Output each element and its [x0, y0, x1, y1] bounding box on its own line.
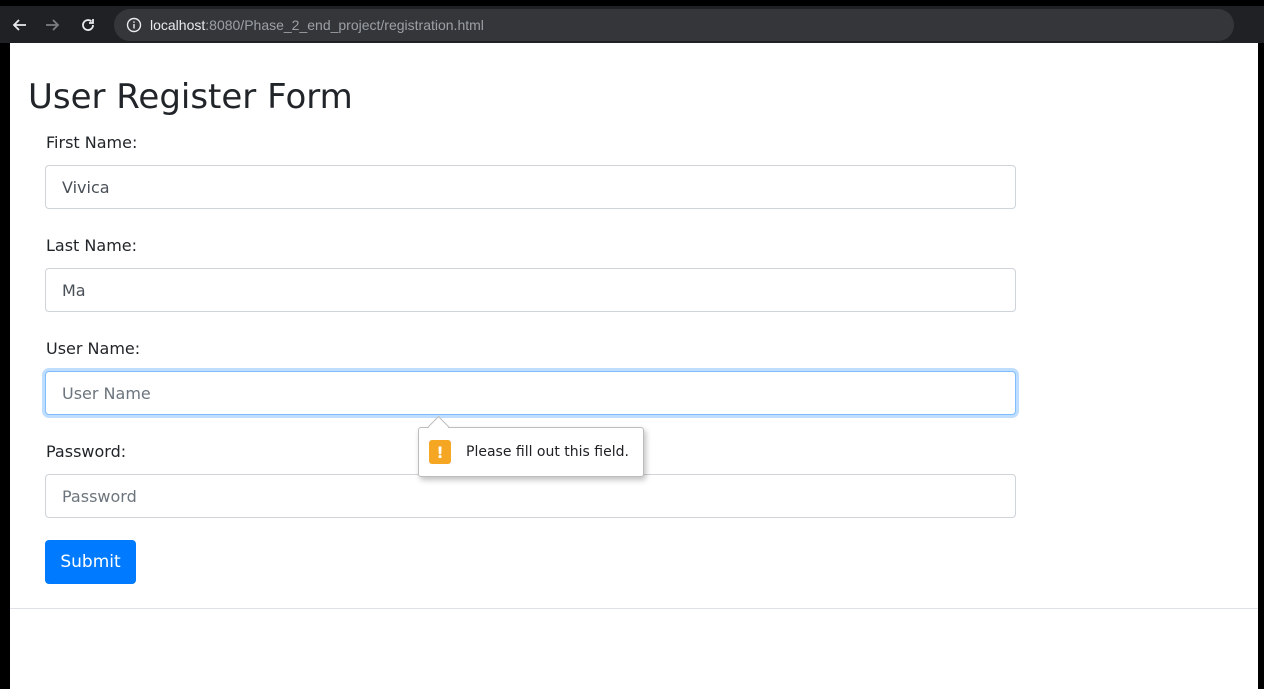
last-name-field[interactable]	[45, 268, 1016, 312]
last-name-label: Last Name:	[46, 236, 138, 255]
divider	[10, 608, 1258, 609]
url-path: :8080/Phase_2_end_project/registration.h…	[205, 16, 484, 33]
validation-tooltip: ! Please fill out this field.	[418, 415, 644, 477]
url-text: localhost:8080/Phase_2_end_project/regis…	[150, 17, 484, 33]
page-title: User Register Form	[28, 77, 353, 117]
forward-arrow-icon[interactable]	[38, 11, 66, 39]
back-arrow-icon[interactable]	[6, 11, 34, 39]
first-name-field[interactable]	[45, 165, 1016, 209]
user-name-field[interactable]	[45, 371, 1016, 415]
user-name-label: User Name:	[46, 339, 141, 358]
validation-message: Please fill out this field.	[466, 444, 629, 460]
password-label: Password:	[46, 442, 127, 461]
address-bar[interactable]: localhost:8080/Phase_2_end_project/regis…	[114, 8, 1234, 41]
first-name-label: First Name:	[46, 133, 138, 152]
reload-icon[interactable]	[74, 11, 102, 39]
submit-button[interactable]: Submit	[45, 540, 136, 584]
tooltip-arrow	[427, 415, 450, 438]
password-field[interactable]	[45, 474, 1016, 518]
browser-toolbar: localhost:8080/Phase_2_end_project/regis…	[0, 6, 1264, 43]
warning-icon: !	[429, 440, 451, 464]
info-icon[interactable]	[126, 17, 142, 33]
url-host: localhost	[150, 16, 206, 33]
page-content: User Register Form First Name: Last Name…	[10, 43, 1258, 689]
